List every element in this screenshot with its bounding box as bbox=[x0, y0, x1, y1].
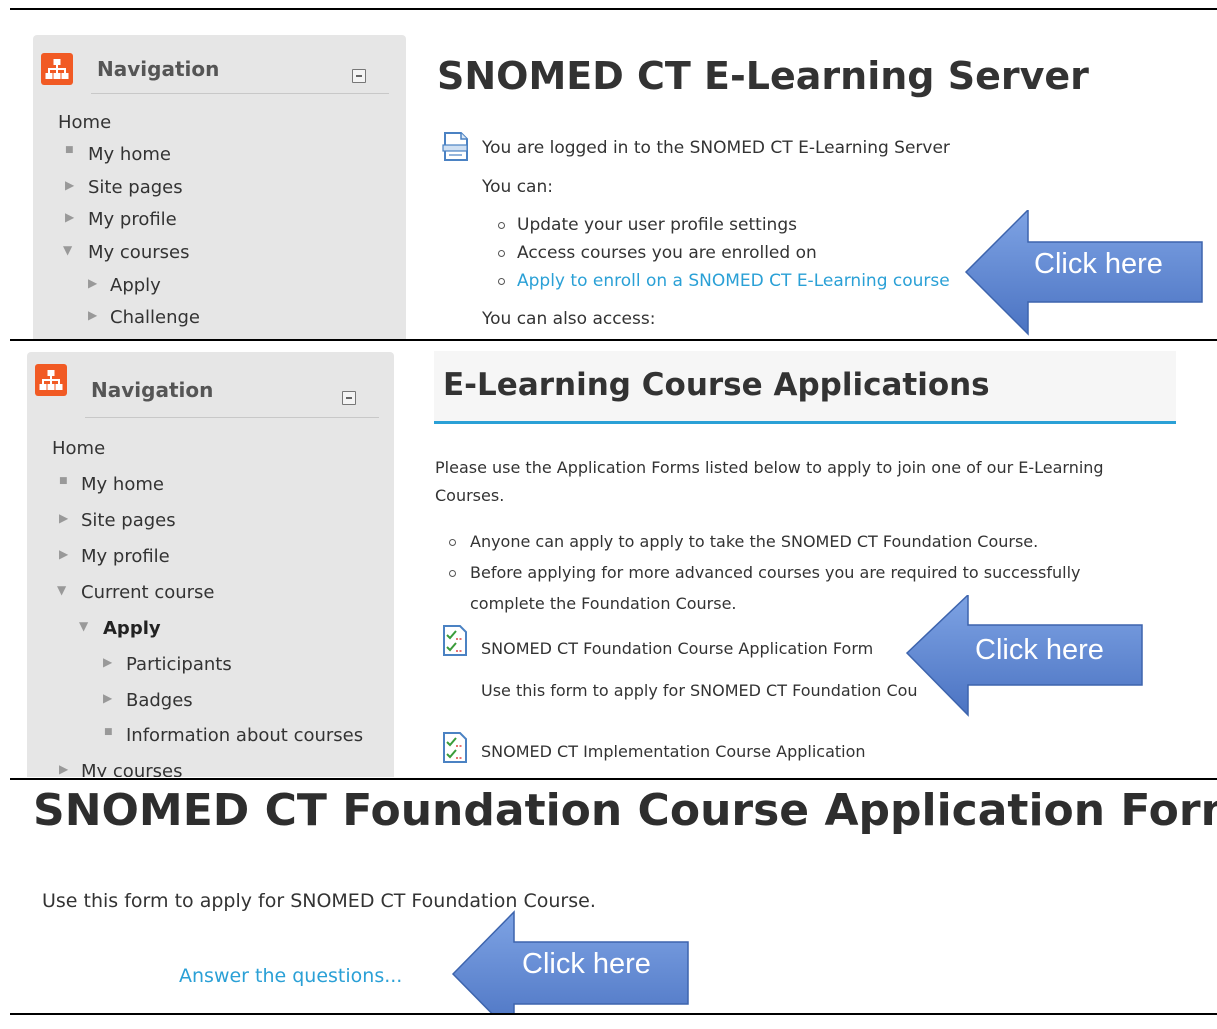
collapse-block-icon[interactable] bbox=[342, 391, 356, 405]
nav-item-participants[interactable]: Participants bbox=[126, 654, 232, 675]
form-icon[interactable] bbox=[441, 732, 469, 768]
list-item: Anyone can apply to apply to take the SN… bbox=[470, 532, 1039, 551]
implementation-form-link[interactable]: SNOMED CT Implementation Course Applicat… bbox=[481, 742, 866, 761]
leaf-icon: ■ bbox=[104, 727, 113, 737]
nav-divider bbox=[91, 93, 389, 94]
nav-item-my-home[interactable]: My home bbox=[88, 144, 171, 165]
expand-arrow-icon[interactable]: ▶ bbox=[59, 547, 68, 561]
logged-in-message: You are logged in to the SNOMED CT E-Lea… bbox=[482, 138, 950, 158]
nav-item-my-home[interactable]: My home bbox=[81, 474, 164, 495]
expand-arrow-icon[interactable]: ▶ bbox=[59, 511, 68, 525]
expand-arrow-icon[interactable]: ▶ bbox=[59, 762, 68, 776]
nav-item-apply[interactable]: Apply bbox=[103, 618, 161, 639]
bullet-icon bbox=[498, 250, 505, 257]
list-item-continued: complete the Foundation Course. bbox=[470, 594, 737, 613]
expand-arrow-icon[interactable]: ▶ bbox=[65, 178, 74, 192]
sitemap-icon bbox=[35, 364, 67, 396]
nav-item-site-pages[interactable]: Site pages bbox=[88, 177, 183, 198]
apply-to-enroll-link[interactable]: Apply to enroll on a SNOMED CT E-Learnin… bbox=[517, 271, 950, 291]
form-description: Use this form to apply for SNOMED CT Fou… bbox=[481, 681, 918, 700]
panel-3: SNOMED CT Foundation Course Application … bbox=[0, 780, 1217, 1013]
separator-rule bbox=[10, 1013, 1217, 1015]
nav-item-site-pages[interactable]: Site pages bbox=[81, 510, 176, 531]
nav-item-information-about-courses[interactable]: Information about courses bbox=[126, 725, 363, 746]
sitemap-icon bbox=[41, 53, 73, 85]
navigation-block: Navigation Home ■ My home ▶ Site pages ▶… bbox=[27, 352, 394, 777]
nav-item-current-course[interactable]: Current course bbox=[81, 582, 215, 603]
also-access-label: You can also access: bbox=[482, 309, 656, 329]
nav-item-challenge[interactable]: Challenge bbox=[110, 307, 200, 328]
click-here-label: Click here bbox=[522, 948, 651, 980]
expand-arrow-icon[interactable]: ▶ bbox=[88, 276, 97, 290]
page-icon bbox=[442, 132, 470, 166]
form-icon[interactable] bbox=[441, 625, 469, 661]
list-item: Before applying for more advanced course… bbox=[470, 563, 1081, 582]
navigation-block: Navigation Home ■ My home ▶ Site pages ▶… bbox=[33, 35, 406, 339]
collapse-block-icon[interactable] bbox=[352, 69, 366, 83]
panel-1: Navigation Home ■ My home ▶ Site pages ▶… bbox=[0, 10, 1217, 339]
collapse-arrow-icon[interactable]: ▼ bbox=[57, 583, 66, 597]
form-description: Use this form to apply for SNOMED CT Fou… bbox=[42, 890, 596, 912]
nav-item-badges[interactable]: Badges bbox=[126, 690, 193, 711]
expand-arrow-icon[interactable]: ▶ bbox=[103, 655, 112, 669]
intro-text: Courses. bbox=[435, 486, 505, 505]
foundation-form-link[interactable]: SNOMED CT Foundation Course Application … bbox=[481, 639, 873, 658]
leaf-icon: ■ bbox=[59, 476, 68, 486]
leaf-icon: ■ bbox=[65, 145, 74, 155]
page-title: SNOMED CT E-Learning Server bbox=[437, 54, 1089, 98]
list-item[interactable]: Update your user profile settings bbox=[517, 215, 797, 235]
nav-item-apply[interactable]: Apply bbox=[110, 275, 161, 296]
list-item[interactable]: Access courses you are enrolled on bbox=[517, 243, 817, 263]
bullet-icon bbox=[449, 539, 456, 546]
bullet-icon bbox=[498, 222, 505, 229]
click-here-label: Click here bbox=[975, 634, 1104, 666]
collapse-arrow-icon[interactable]: ▼ bbox=[79, 619, 88, 633]
nav-item-my-courses[interactable]: My courses bbox=[88, 242, 189, 263]
collapse-arrow-icon[interactable]: ▼ bbox=[63, 243, 72, 257]
nav-item-home[interactable]: Home bbox=[52, 438, 105, 459]
page-title: E-Learning Course Applications bbox=[443, 367, 990, 403]
nav-divider bbox=[85, 417, 379, 418]
panel-2: Navigation Home ■ My home ▶ Site pages ▶… bbox=[0, 341, 1217, 777]
bullet-icon bbox=[498, 278, 505, 285]
expand-arrow-icon[interactable]: ▶ bbox=[103, 691, 112, 705]
nav-item-my-courses[interactable]: My courses bbox=[81, 761, 182, 777]
you-can-label: You can: bbox=[482, 177, 553, 197]
nav-item-home[interactable]: Home bbox=[58, 112, 111, 133]
nav-item-my-profile[interactable]: My profile bbox=[81, 546, 170, 567]
expand-arrow-icon[interactable]: ▶ bbox=[88, 308, 97, 322]
bullet-icon bbox=[449, 570, 456, 577]
intro-text: Please use the Application Forms listed … bbox=[435, 458, 1104, 477]
nav-item-my-profile[interactable]: My profile bbox=[88, 209, 177, 230]
answer-questions-link[interactable]: Answer the questions... bbox=[179, 965, 402, 987]
navigation-title: Navigation bbox=[97, 57, 220, 81]
navigation-title: Navigation bbox=[91, 378, 214, 402]
expand-arrow-icon[interactable]: ▶ bbox=[65, 210, 74, 224]
click-here-label: Click here bbox=[1034, 248, 1163, 280]
page-title: SNOMED CT Foundation Course Application … bbox=[33, 785, 1217, 836]
